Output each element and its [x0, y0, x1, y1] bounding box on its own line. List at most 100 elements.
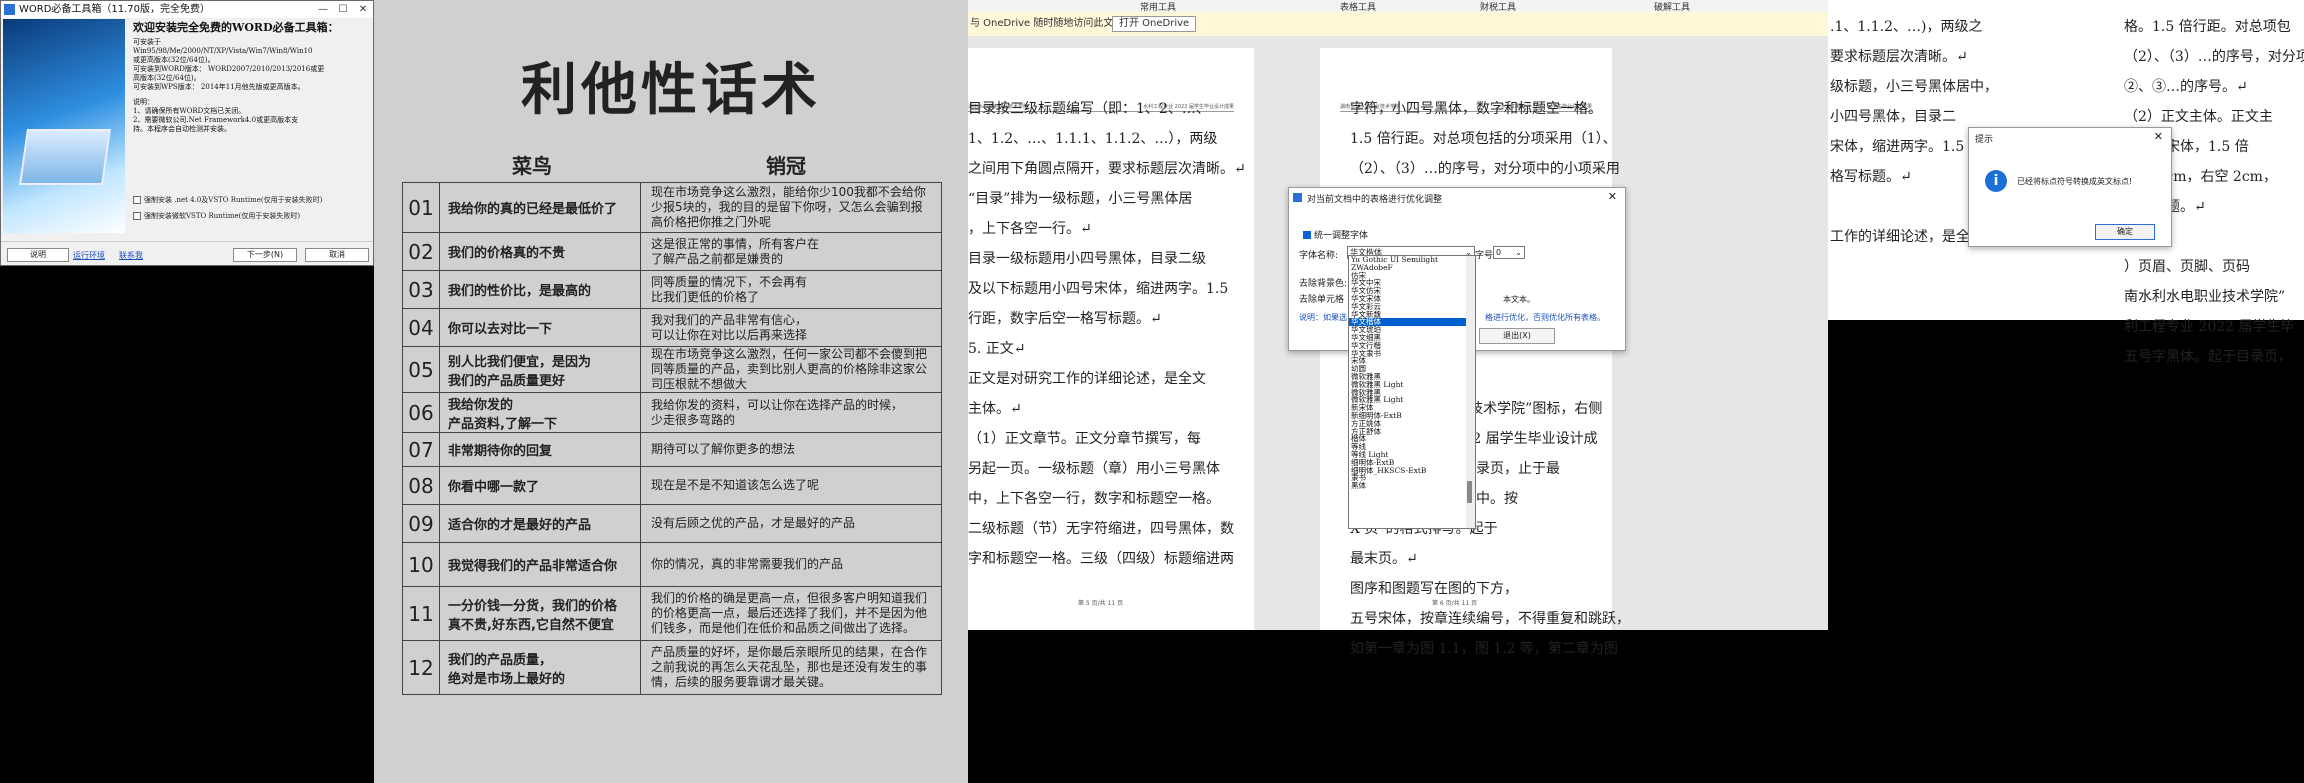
text-line: 如第一章为图 1.1，图 1.2 等，第二章为图: [1350, 641, 1618, 657]
page5-body-text: 目录按三级标题编写（即：1、2、…、 1、1.2、…、1.1.1、1.1.2、…）…: [968, 94, 1246, 574]
maximize-icon[interactable]: ☐: [333, 1, 353, 18]
font-option[interactable]: 黑体: [1349, 482, 1475, 490]
table-row: 05 别人比我们便宜，是因为 我们的产品质量更好 现在市场竞争这么激烈，任何一家公司…: [402, 346, 942, 393]
page-number: 第 6 页/共 11 页: [1432, 600, 1478, 607]
rookie-phrase: 我们的价格真的不贵: [439, 232, 641, 271]
exit-button[interactable]: 退出(X): [1479, 328, 1555, 344]
force-vsto-checkbox[interactable]: 强制安装微软VSTO Runtime(仅用于安装失败时): [133, 211, 300, 221]
text-line: 南水利水电职业技术学院”: [2124, 289, 2286, 305]
font-name-label: 字体名称:: [1299, 251, 1339, 261]
prompt-message: 已经将标点符号转换成英文标点!: [2017, 177, 2133, 186]
table-row: 09 适合你的才是最好的产品 没有后顾之优的产品，才是最好的产品: [402, 504, 942, 543]
row-number: 07: [402, 432, 440, 467]
row-number: 10: [402, 542, 440, 587]
row-number: 11: [402, 586, 440, 641]
text-line: 五号宋体，按章连续编号，不得重复和跳跃，: [1350, 611, 1630, 627]
champion-phrase: 现在市场竞争这么激烈，能给你少100我都不会给你 少报5块的，我的目的是留下你呀…: [640, 182, 942, 233]
unify-font-checkbox[interactable]: 统一调整字体: [1303, 228, 1368, 241]
text-line: 级标题，小三号黑体居中，: [1830, 79, 1998, 95]
checkbox-icon[interactable]: [133, 196, 141, 204]
info-prompt-dialog: 提示 ✕ i 已经将标点符号转换成英文标点! 确定: [1968, 127, 2172, 247]
text-line: 主体。↵: [968, 401, 1022, 417]
font-dropdown-list[interactable]: Yu Gothic UI Semilight ZWAdobeF 仿宋 华文中宋 华文仿宋…: [1348, 255, 1476, 529]
rookie-phrase: 你可以去对比一下: [439, 308, 641, 347]
font-size-select[interactable]: 0 ⌄: [1493, 246, 1525, 259]
checkbox-icon[interactable]: [133, 212, 141, 220]
table-row: 11 一分价钱一分货，我们的价格 真不贵,好东西,它自然不便宜 我们的价格的确是更高…: [402, 586, 942, 641]
champion-phrase: 期待可以了解你更多的想法: [640, 432, 942, 467]
force-net-checkbox[interactable]: 强制安装 .net 4.0及VSTO Runtime(仅用于安装失败时): [133, 195, 322, 205]
table-row: 07 非常期待你的回复 期待可以了解你更多的想法: [402, 432, 942, 467]
installer-window: WORD必备工具箱（11.70版，完全免费） — ☐ ✕ 欢迎安装完全免费的WO…: [0, 0, 374, 266]
font-option[interactable]: 隶书: [1349, 474, 1475, 482]
contact-link[interactable]: 联系我: [119, 250, 143, 261]
table-row: 10 我觉得我们的产品非常适合你 你的情况，真的非常需要我们的产品: [402, 542, 942, 587]
text-line: 最末页。↵: [1350, 551, 1418, 567]
font-option[interactable]: 华文隶书: [1349, 349, 1475, 358]
text-line: （2）、（3）…的序号，对分项中: [2124, 49, 2304, 65]
champion-phrase: 没有后顾之优的产品，才是最好的产品: [640, 504, 942, 543]
runtime-env-link[interactable]: 运行环境: [73, 250, 105, 261]
app-icon: [4, 4, 15, 15]
cancel-button[interactable]: 取消: [305, 248, 369, 262]
body-text-label: 本文本。: [1503, 295, 1535, 304]
rookie-phrase: 我觉得我们的产品非常适合你: [439, 542, 641, 587]
chevron-down-icon[interactable]: ⌄: [1515, 247, 1522, 258]
note-right: 格进行优化，否则优化所有表格。: [1485, 313, 1605, 322]
text-line: 字和标题空一格。三级（四级）标题缩进两: [968, 551, 1234, 567]
text-line: （2）、（3）…的序号，对分项中的小项采用: [1350, 161, 1620, 177]
text-line: 图序和图题写在图的下方，: [1350, 581, 1518, 597]
scrollbar[interactable]: [1466, 256, 1475, 528]
onedrive-notice-text: 与 OneDrive 随时随地访问此文件。: [970, 18, 1134, 29]
table-row: 01 我给你的真的已经是最低价了 现在市场竞争这么激烈，能给你少100我都不会给你 …: [402, 182, 942, 233]
font-size-value: 0: [1496, 248, 1502, 257]
champion-phrase: 同等质量的情况下，不会再有 比我们更低的价格了: [640, 270, 942, 309]
open-onedrive-button[interactable]: 打开 OneDrive: [1112, 16, 1197, 32]
installer-footer: 说明 运行环境 联系我 下一步(N) 取消: [1, 241, 373, 266]
champion-phrase: 产品质量的好坏，是你最后亲眼所见的结果，在合作 之前我说的再怎么天花乱坠，那也是…: [640, 640, 942, 695]
ok-button[interactable]: 确定: [2095, 224, 2155, 240]
scrollbar-thumb[interactable]: [1467, 481, 1472, 503]
installer-titlebar: WORD必备工具箱（11.70版，完全免费） — ☐ ✕: [1, 1, 373, 18]
text-line: 要求标题层次清晰。↵: [1830, 49, 1968, 65]
close-icon[interactable]: ✕: [353, 1, 373, 18]
table-row: 08 你看中哪一款了 现在是不是不知道该怎么选了呢: [402, 466, 942, 505]
onedrive-notice-bar: 与 OneDrive 随时随地访问此文件。 打开 OneDrive: [968, 12, 1828, 36]
document-page-5[interactable]: 湖南水利水电职业技术学院 水利工程专业 2022 届学生毕业设计成果 目录按三级标…: [968, 48, 1254, 630]
force-net-label: 强制安装 .net 4.0及VSTO Runtime(仅用于安装失败时): [144, 196, 323, 204]
rookie-phrase: 你看中哪一款了: [439, 466, 641, 505]
text-line: 行距，数字后空一格写标题。↵: [968, 311, 1162, 327]
minimize-icon[interactable]: —: [313, 1, 333, 18]
font-option[interactable]: 方正舒体: [1349, 427, 1475, 436]
text-line: 之间用下角圆点隔开，要求标题层次清晰。↵: [968, 161, 1246, 177]
font-option[interactable]: 楷体: [1349, 435, 1475, 443]
remove-border-label: 去除单元格: [1299, 295, 1345, 305]
row-number: 02: [402, 232, 440, 271]
row-number: 01: [402, 182, 440, 233]
font-option[interactable]: 宋体: [1349, 357, 1475, 365]
rookie-phrase: 适合你的才是最好的产品: [439, 504, 641, 543]
dialog-title: 对当前文档中的表格进行优化调整: [1307, 195, 1443, 205]
next-button[interactable]: 下一步(N): [233, 248, 297, 262]
rookie-phrase: 我给你发的 产品资料,了解一下: [439, 392, 641, 433]
champion-phrase: 我对我们的产品非常有信心， 可以让你在对比以后再来选择: [640, 308, 942, 347]
table-row: 02 我们的价格真的不贵 这是很正常的事情，所有客户在 了解产品之前都是嫌贵的: [402, 232, 942, 271]
rookie-phrase: 我们的产品质量， 绝对是市场上最好的: [439, 640, 641, 695]
help-button[interactable]: 说明: [7, 248, 69, 262]
font-option[interactable]: ZWAdobeF: [1349, 263, 1475, 272]
table-row: 12 我们的产品质量， 绝对是市场上最好的 产品质量的好坏，是你最后亲眼所见的结果，…: [402, 640, 942, 695]
close-icon[interactable]: ✕: [1608, 190, 1617, 203]
text-line: ，上下各空一行。↵: [968, 221, 1092, 237]
text-line: 1、1.2、…、1.1.1、1.1.2、…），两级: [968, 131, 1218, 147]
force-vsto-label: 强制安装微软VSTO Runtime(仅用于安装失败时): [144, 212, 301, 220]
checkbox-checked-icon[interactable]: [1303, 230, 1311, 239]
font-option[interactable]: 细明体_HKSCS-ExtB: [1349, 466, 1475, 475]
installer-notes-text: 说明： 1、请确保所有WORD文档已关闭。 2、需要微软公司.Net Frame…: [133, 98, 299, 133]
installer-content: 欢迎安装完全免费的WORD必备工具箱： 可安装于 Win95/98/Me/200…: [133, 22, 369, 140]
prompt-title: 提示: [1975, 135, 1994, 145]
champion-phrase: 现在市场竞争这么激烈，任何一家公司都不会傻到把 同等质量的产品，卖到比别人更高的…: [640, 346, 942, 393]
close-icon[interactable]: ✕: [2154, 130, 2163, 143]
rookie-phrase: 我们的性价比，是最高的: [439, 270, 641, 309]
text-line: 格。1.5 倍行距。对总项包: [2124, 19, 2291, 35]
text-line: .1、1.1.2、…)，两级之: [1830, 19, 1983, 35]
